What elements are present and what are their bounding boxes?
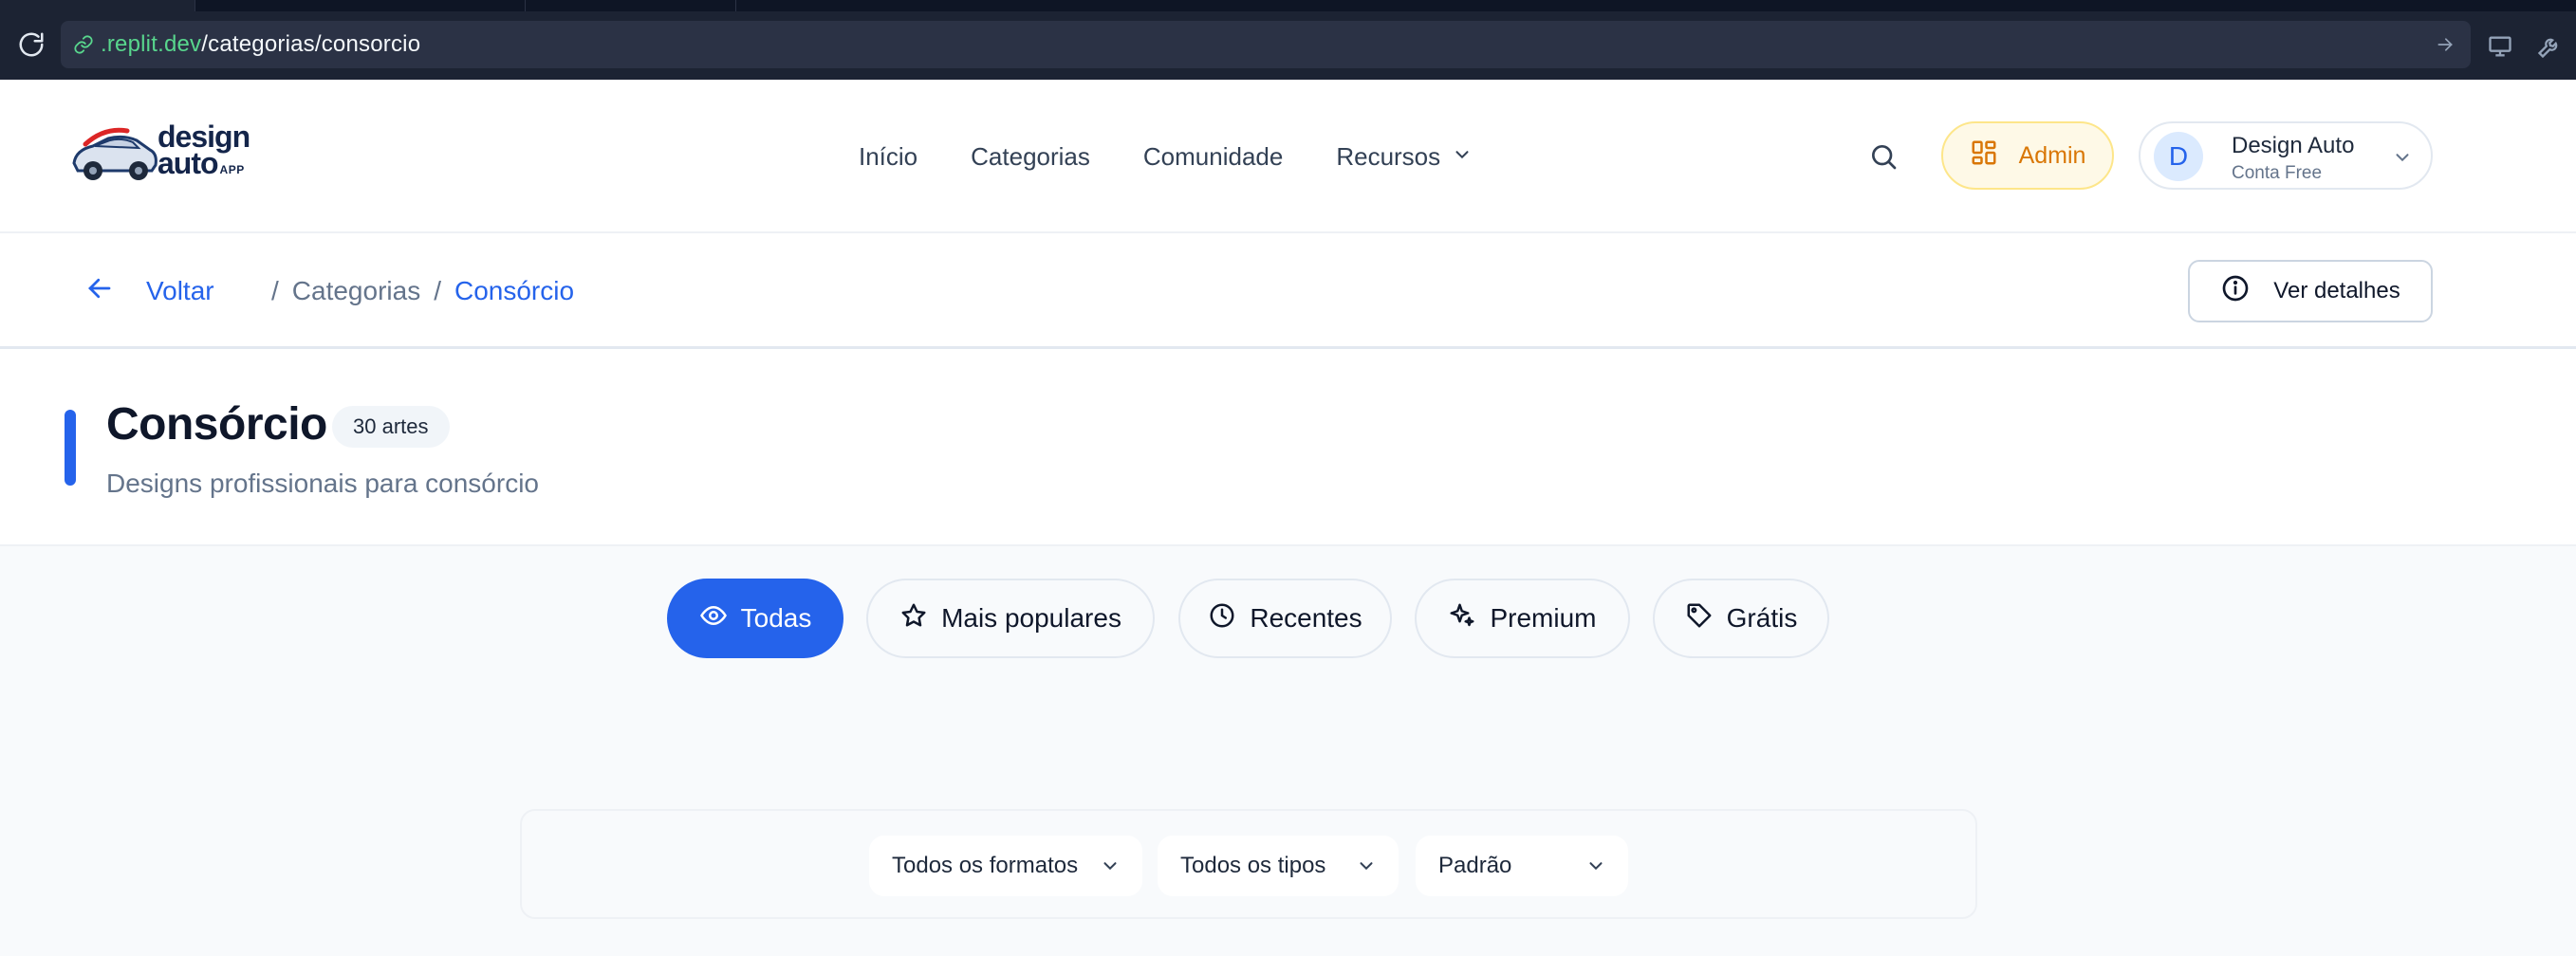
nav-inicio[interactable]: Início bbox=[859, 142, 917, 172]
wrench-icon[interactable] bbox=[2533, 30, 2566, 63]
chevron-down-icon bbox=[1585, 855, 1607, 877]
filter-todas[interactable]: Todas bbox=[667, 579, 843, 658]
dashboard-grid-icon bbox=[1970, 138, 1998, 174]
chevron-down-icon bbox=[2391, 146, 2414, 169]
user-menu-button[interactable]: D Design Auto Conta Free bbox=[2139, 121, 2433, 190]
browser-toolbar: .replit.dev/categorias/consorcio bbox=[0, 11, 2576, 80]
browser-tab[interactable] bbox=[195, 0, 526, 11]
monitor-icon[interactable] bbox=[2484, 30, 2516, 63]
back-label: Voltar bbox=[146, 276, 214, 305]
arrow-left-icon bbox=[85, 274, 114, 309]
logo-text: design auto APP bbox=[158, 121, 250, 178]
logo[interactable]: design auto APP bbox=[66, 121, 256, 188]
breadcrumb-bar: Voltar / Categorias / Consórcio Ver deta… bbox=[0, 233, 2576, 349]
filter-mais-populares[interactable]: Mais populares bbox=[866, 579, 1155, 658]
nav-recursos[interactable]: Recursos bbox=[1336, 142, 1473, 172]
filter-label: Premium bbox=[1490, 603, 1597, 633]
accent-bar bbox=[65, 410, 76, 486]
count-badge: 30 artes bbox=[332, 406, 450, 448]
back-button[interactable]: Voltar bbox=[85, 271, 214, 311]
chevron-down-icon bbox=[1355, 855, 1378, 877]
info-icon bbox=[2220, 273, 2251, 310]
search-icon[interactable] bbox=[1865, 138, 1901, 175]
link-icon bbox=[70, 31, 97, 58]
filter-gratis[interactable]: Grátis bbox=[1653, 579, 1829, 658]
breadcrumb: / Categorias / Consórcio bbox=[271, 271, 574, 311]
browser-tabstrip bbox=[0, 0, 2576, 11]
url-text: .replit.dev/categorias/consorcio bbox=[101, 31, 421, 57]
chevron-down-icon bbox=[1099, 855, 1121, 877]
logo-word-auto: auto bbox=[158, 146, 219, 180]
nav-comunidade[interactable]: Comunidade bbox=[1143, 142, 1283, 172]
page-title: Consórcio bbox=[106, 399, 327, 450]
user-plan: Conta Free bbox=[2232, 163, 2323, 183]
avatar: D bbox=[2154, 132, 2203, 181]
sort-select[interactable]: Padrão bbox=[1416, 836, 1628, 896]
chevron-down-icon bbox=[1452, 142, 1473, 172]
nav-label: Comunidade bbox=[1142, 141, 1284, 171]
sparkles-icon bbox=[1448, 601, 1476, 636]
clock-icon bbox=[1208, 601, 1236, 636]
breadcrumb-current: Consórcio bbox=[454, 276, 575, 305]
admin-button[interactable]: Admin bbox=[1941, 121, 2114, 190]
browser-tab[interactable] bbox=[526, 0, 736, 11]
filter-premium[interactable]: Premium bbox=[1415, 579, 1630, 658]
nav-label: Início bbox=[859, 141, 918, 171]
breadcrumb-separator: / bbox=[271, 276, 279, 305]
ver-detalhes-label: Ver detalhes bbox=[2273, 278, 2400, 303]
filter-recentes[interactable]: Recentes bbox=[1178, 579, 1392, 658]
format-select[interactable]: Todos os formatos bbox=[869, 836, 1142, 896]
reload-icon[interactable] bbox=[13, 27, 49, 63]
filter-label: Grátis bbox=[1726, 603, 1798, 633]
arrow-right-icon[interactable] bbox=[2433, 32, 2457, 57]
browser-tab[interactable] bbox=[0, 0, 195, 11]
app-header: design auto APP Início Categorias Comunid… bbox=[0, 80, 2576, 233]
tag-icon bbox=[1685, 601, 1714, 636]
star-icon bbox=[899, 601, 928, 636]
admin-label: Admin bbox=[2018, 141, 2086, 169]
type-select[interactable]: Todos os tipos bbox=[1158, 836, 1399, 896]
logo-word-app: APP bbox=[219, 163, 245, 176]
filter-label: Todas bbox=[740, 603, 812, 633]
main-nav: Início Categorias Comunidade Recursos bbox=[859, 80, 1473, 233]
car-logo-icon bbox=[72, 127, 158, 180]
format-select-value: Todos os formatos bbox=[892, 853, 1079, 878]
category-header: Consórcio 30 artes Designs profissionais… bbox=[0, 349, 2576, 546]
ver-detalhes-button[interactable]: Ver detalhes bbox=[2188, 260, 2433, 322]
filter-label: Recentes bbox=[1250, 603, 1362, 633]
address-bar[interactable]: .replit.dev/categorias/consorcio bbox=[61, 21, 2471, 68]
page-subtitle: Designs profissionais para consórcio bbox=[106, 469, 539, 498]
nav-categorias[interactable]: Categorias bbox=[971, 142, 1090, 172]
breadcrumb-separator: / bbox=[434, 276, 441, 305]
eye-icon bbox=[699, 601, 728, 636]
sort-select-value: Padrão bbox=[1438, 853, 1512, 878]
nav-label: Categorias bbox=[971, 141, 1090, 171]
filter-label: Mais populares bbox=[941, 603, 1121, 633]
filter-selects-panel: Todos os formatos Todos os tipos Padrão bbox=[520, 809, 1977, 919]
user-name: Design Auto bbox=[2232, 133, 2355, 158]
nav-label: Recursos bbox=[1336, 141, 1441, 171]
breadcrumb-categorias[interactable]: Categorias bbox=[292, 276, 420, 306]
type-select-value: Todos os tipos bbox=[1180, 853, 1326, 878]
